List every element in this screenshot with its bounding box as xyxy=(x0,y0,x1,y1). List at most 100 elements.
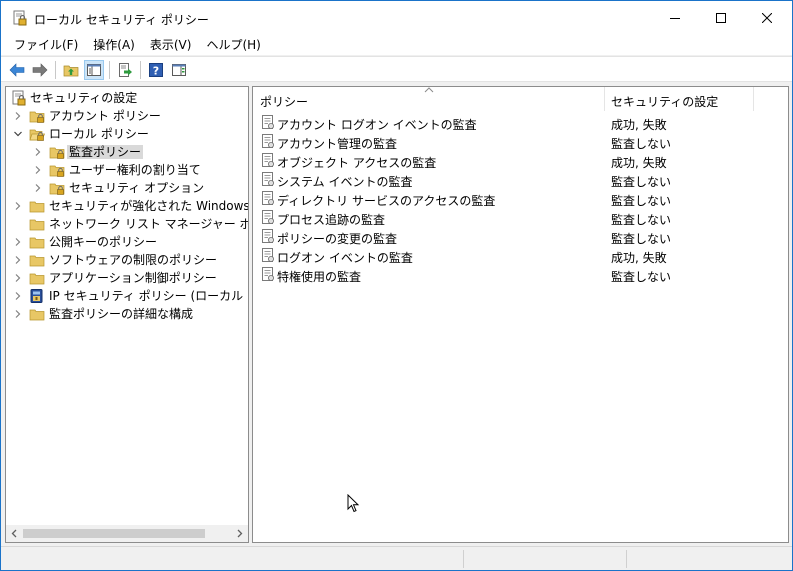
column-header-policy[interactable]: ポリシー xyxy=(260,93,308,110)
tree-item[interactable]: ネットワーク リスト マネージャー ポリシー xyxy=(6,215,248,233)
forward-button[interactable] xyxy=(30,60,50,80)
tree-item[interactable]: 公開キーのポリシー xyxy=(6,233,248,251)
scroll-right-icon[interactable] xyxy=(235,529,244,538)
list-item[interactable]: アカウント管理の監査 監査しない xyxy=(253,132,788,151)
list-item[interactable]: プロセス追跡の監査 監査しない xyxy=(253,208,788,227)
chevron-right-icon[interactable] xyxy=(13,201,23,211)
maximize-icon xyxy=(716,13,726,23)
up-folder-icon xyxy=(63,65,79,77)
column-divider[interactable] xyxy=(604,87,605,111)
policy-setting-value: 監査しない xyxy=(611,137,672,151)
chevron-right-icon[interactable] xyxy=(13,255,23,265)
tree-item[interactable]: 監査ポリシー xyxy=(6,143,248,161)
close-button[interactable] xyxy=(744,1,790,35)
tree-item-label: セキュリティ オプション xyxy=(69,181,205,195)
export-list-button[interactable] xyxy=(115,60,135,80)
chevron-right-icon[interactable] xyxy=(13,291,23,301)
list-item[interactable]: 特権使用の監査 監査しない xyxy=(253,265,788,284)
title-bar[interactable]: ローカル セキュリティ ポリシー xyxy=(1,1,792,35)
help-icon: ? xyxy=(149,63,163,78)
list-item[interactable]: ログオン イベントの監査 成功, 失敗 xyxy=(253,246,788,265)
menu-action[interactable]: 操作(A) xyxy=(86,35,143,55)
tree-item[interactable]: 監査ポリシーの詳細な構成 xyxy=(6,305,248,323)
policy-setting-icon xyxy=(262,115,274,129)
toolbar: ? xyxy=(1,56,792,82)
up-one-level-button[interactable] xyxy=(61,60,81,80)
policy-setting-icon xyxy=(262,267,274,281)
folder-icon xyxy=(29,309,45,321)
console-tree-pane[interactable]: セキュリティの設定 アカウント ポリシー ローカル ポリシー監査ポリシーユーザー権… xyxy=(5,86,249,543)
chevron-down-icon[interactable] xyxy=(13,129,23,139)
tree-item[interactable]: アプリケーション制御ポリシー xyxy=(6,269,248,287)
column-header: ポリシー セキュリティの設定 xyxy=(253,87,788,111)
tree-item[interactable]: IP セキュリティ ポリシー (ローカル コンピュータ xyxy=(6,287,248,305)
policy-setting-value: 監査しない xyxy=(611,175,672,189)
chevron-right-icon[interactable] xyxy=(13,111,23,121)
tree-item-label: 監査ポリシー xyxy=(67,145,144,159)
export-list-icon xyxy=(119,63,132,77)
show-hide-action-pane-button[interactable] xyxy=(169,60,189,80)
list-item[interactable]: ポリシーの変更の監査 監査しない xyxy=(253,227,788,246)
results-pane[interactable]: ポリシー セキュリティの設定 アカウント ログオン イベントの監査 成功, 失敗ア… xyxy=(252,86,789,543)
help-button[interactable]: ? xyxy=(146,60,166,80)
back-button[interactable] xyxy=(7,60,27,80)
chevron-right-icon[interactable] xyxy=(33,165,43,175)
forward-arrow-icon xyxy=(32,63,48,77)
chevron-right-icon[interactable] xyxy=(33,147,43,157)
folder-icon xyxy=(29,201,45,213)
tree-item[interactable]: アカウント ポリシー xyxy=(6,107,248,125)
chevron-right-icon[interactable] xyxy=(33,183,43,193)
list-item[interactable]: システム イベントの監査 監査しない xyxy=(253,170,788,189)
tree-item-label: ローカル ポリシー xyxy=(49,127,149,141)
minimize-button[interactable] xyxy=(652,1,698,35)
policy-setting-icon xyxy=(262,172,274,186)
minimize-icon xyxy=(670,18,680,19)
policy-setting-icon xyxy=(262,134,274,148)
chevron-right-icon[interactable] xyxy=(13,309,23,319)
menu-help[interactable]: ヘルプ(H) xyxy=(199,35,268,55)
list-item[interactable]: アカウント ログオン イベントの監査 成功, 失敗 xyxy=(253,113,788,132)
policy-name: システム イベントの監査 xyxy=(277,175,413,189)
list-item[interactable]: ディレクトリ サービスのアクセスの監査 監査しない xyxy=(253,189,788,208)
list-item[interactable]: オブジェクト アクセスの監査 成功, 失敗 xyxy=(253,151,788,170)
chevron-right-icon[interactable] xyxy=(13,237,23,247)
mouse-cursor-icon xyxy=(347,494,360,513)
menu-view[interactable]: 表示(V) xyxy=(143,35,200,55)
tree-root[interactable]: セキュリティの設定 xyxy=(6,89,248,107)
chevron-right-icon[interactable] xyxy=(13,273,23,283)
tree-item[interactable]: ユーザー権利の割り当て xyxy=(6,161,248,179)
tree-item-label: アプリケーション制御ポリシー xyxy=(49,271,217,285)
show-hide-tree-icon xyxy=(87,64,101,76)
column-divider[interactable] xyxy=(753,87,754,111)
tree-item-label: 監査ポリシーの詳細な構成 xyxy=(49,307,194,321)
tree-item[interactable]: ソフトウェアの制限のポリシー xyxy=(6,251,248,269)
policy-setting-icon xyxy=(262,248,274,262)
menu-file[interactable]: ファイル(F) xyxy=(1,35,86,55)
horizontal-scrollbar[interactable] xyxy=(6,525,248,542)
tree-item-label: アカウント ポリシー xyxy=(49,109,161,123)
policy-setting-value: 成功, 失敗 xyxy=(611,251,667,265)
window-title: ローカル セキュリティ ポリシー xyxy=(34,13,209,27)
policy-name: ポリシーの変更の監査 xyxy=(277,232,398,246)
folder-lock-icon xyxy=(49,165,65,177)
policy-name: アカウント ログオン イベントの監査 xyxy=(277,118,477,132)
app-window: ローカル セキュリティ ポリシー ファイル(F) 操作(A) 表示(V) ヘルプ… xyxy=(0,0,793,571)
policy-name: アカウント管理の監査 xyxy=(277,137,398,151)
policy-setting-value: 監査しない xyxy=(611,194,672,208)
tree-item[interactable]: セキュリティ オプション xyxy=(6,179,248,197)
toolbar-separator xyxy=(109,61,110,79)
toolbar-separator xyxy=(55,61,56,79)
security-policy-icon xyxy=(13,10,27,26)
policy-name: ディレクトリ サービスのアクセスの監査 xyxy=(277,194,496,208)
maximize-button[interactable] xyxy=(698,1,744,35)
column-header-setting[interactable]: セキュリティの設定 xyxy=(611,93,718,110)
security-policy-icon xyxy=(12,90,26,106)
back-arrow-icon xyxy=(9,63,25,77)
tree-item[interactable]: セキュリティが強化された Windows ファイア xyxy=(6,197,248,215)
tree-item-label: IP セキュリティ ポリシー (ローカル コンピュータ xyxy=(49,289,248,303)
show-hide-console-tree-button[interactable] xyxy=(84,60,104,80)
menu-bar: ファイル(F) 操作(A) 表示(V) ヘルプ(H) xyxy=(1,35,792,55)
scroll-left-icon[interactable] xyxy=(10,529,19,538)
scrollbar-thumb[interactable] xyxy=(23,529,205,538)
tree-item[interactable]: ローカル ポリシー xyxy=(6,125,248,143)
